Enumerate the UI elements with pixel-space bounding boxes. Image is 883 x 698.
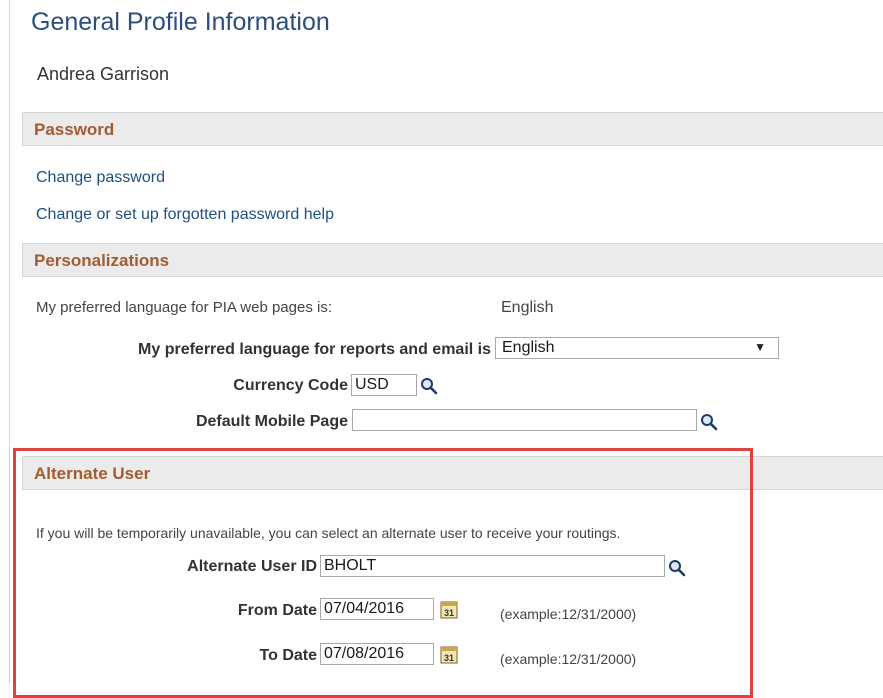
default-mobile-page-input[interactable] <box>352 409 697 431</box>
chevron-down-icon: ▼ <box>754 340 766 354</box>
default-mobile-page-label: Default Mobile Page <box>195 413 348 430</box>
report-language-selected: English <box>502 339 555 356</box>
personalizations-section-header: Personalizations <box>22 243 883 277</box>
change-password-link[interactable]: Change password <box>36 169 165 187</box>
currency-code-input[interactable]: USD <box>351 374 417 396</box>
password-header-label: Password <box>34 120 115 139</box>
password-section-header: Password <box>22 112 883 146</box>
report-language-select[interactable]: English ▼ <box>495 337 779 359</box>
report-language-label: My preferred language for reports and em… <box>138 341 491 358</box>
personalizations-header-label: Personalizations <box>34 251 170 270</box>
pia-language-label: My preferred language for PIA web pages … <box>36 299 333 316</box>
currency-code-label: Currency Code <box>233 377 348 394</box>
user-name: Andrea Garrison <box>37 64 170 84</box>
forgotten-password-help-link[interactable]: Change or set up forgotten password help <box>36 206 334 224</box>
page-title: General Profile Information <box>31 8 330 36</box>
left-border <box>9 0 10 684</box>
currency-lookup-icon[interactable] <box>420 377 438 395</box>
mobile-page-lookup-icon[interactable] <box>700 413 718 431</box>
pia-language-value: English <box>501 299 554 316</box>
alternate-user-highlight <box>13 448 753 698</box>
